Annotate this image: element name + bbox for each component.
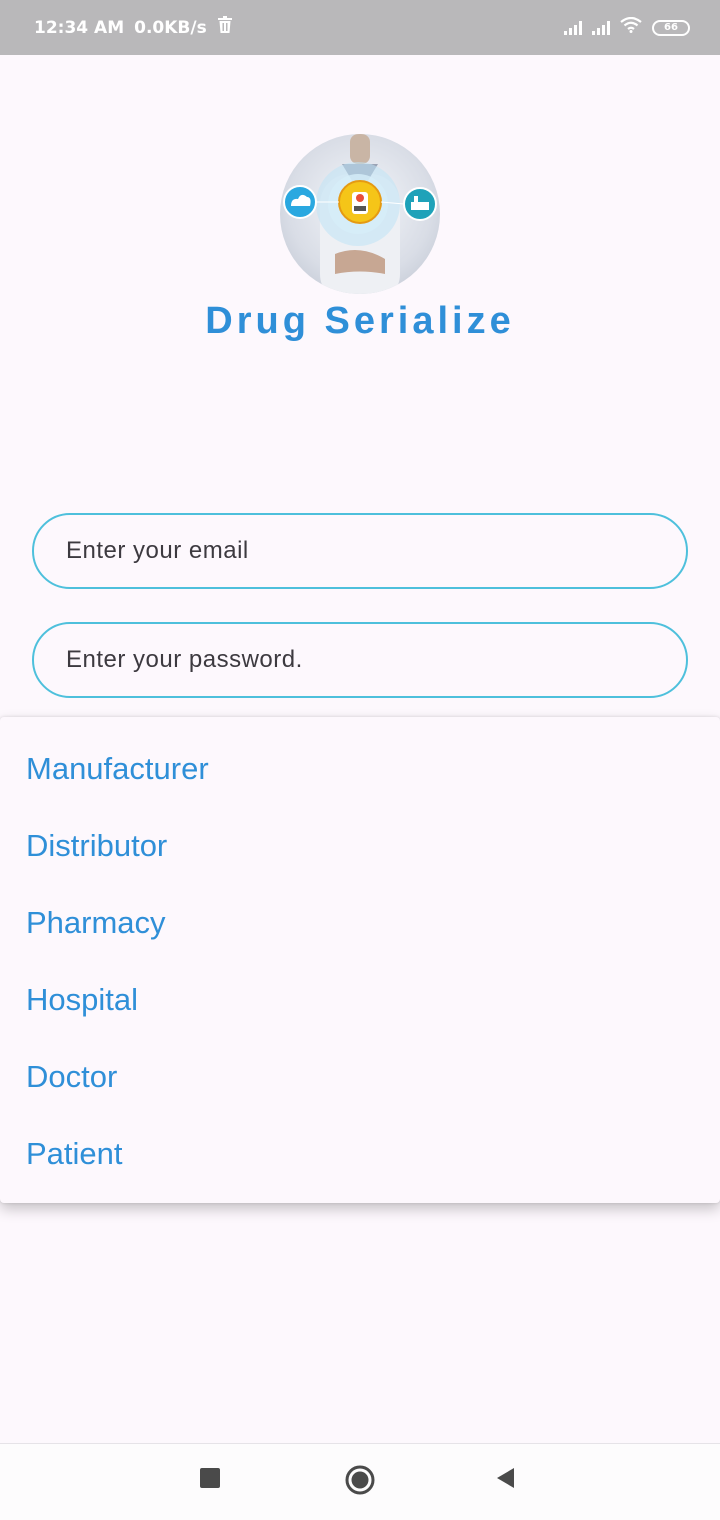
app-title: Drug Serialize (205, 300, 515, 342)
circle-icon (345, 1465, 375, 1495)
signal-icon (592, 20, 610, 35)
menu-item-label: Manufacturer (26, 751, 209, 786)
menu-item-label: Distributor (26, 828, 168, 863)
home-button[interactable] (344, 1464, 376, 1501)
square-icon (200, 1468, 220, 1488)
menu-item-doctor[interactable]: Doctor (0, 1047, 720, 1124)
password-placeholder: Enter your password. (66, 646, 303, 673)
status-bar: 12:34 AM 0.0KB/s 66 (0, 0, 720, 55)
status-right: 66 (564, 16, 690, 38)
wifi-icon (620, 16, 642, 38)
triangle-back-icon (497, 1468, 514, 1488)
trash-icon (217, 16, 233, 39)
menu-item-manufacturer[interactable]: Manufacturer (0, 739, 720, 816)
role-dropdown-menu: Manufacturer Distributor Pharmacy Hospit… (0, 717, 720, 1203)
status-time: 12:34 AM (34, 17, 125, 38)
menu-item-hospital[interactable]: Hospital (0, 970, 720, 1047)
battery-icon: 66 (652, 19, 690, 36)
app-logo (280, 134, 440, 294)
menu-item-pharmacy[interactable]: Pharmacy (0, 893, 720, 970)
system-nav-bar (0, 1443, 720, 1520)
menu-item-label: Hospital (26, 982, 138, 1017)
signal-icon (564, 20, 582, 35)
menu-item-distributor[interactable]: Distributor (0, 816, 720, 893)
password-field[interactable]: Enter your password. (32, 622, 688, 698)
email-field[interactable]: Enter your email (32, 513, 688, 589)
recents-button[interactable] (198, 1466, 222, 1495)
menu-item-patient[interactable]: Patient (0, 1124, 720, 1201)
back-button[interactable] (494, 1466, 518, 1495)
email-placeholder: Enter your email (66, 537, 249, 564)
menu-item-label: Patient (26, 1136, 123, 1171)
status-net-speed: 0.0KB/s (134, 17, 207, 38)
menu-item-label: Pharmacy (26, 905, 166, 940)
status-left: 12:34 AM 0.0KB/s (34, 16, 233, 39)
menu-item-label: Doctor (26, 1059, 118, 1094)
